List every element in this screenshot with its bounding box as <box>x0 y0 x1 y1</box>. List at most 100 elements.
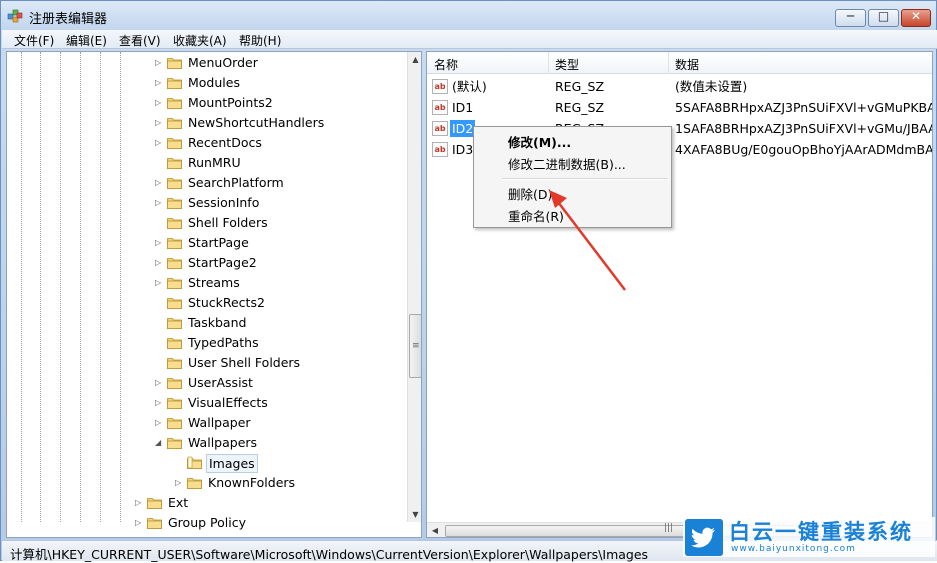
tree-item[interactable]: TypedPaths <box>155 333 395 353</box>
context-menu-modify[interactable]: 修改(M)... <box>508 132 571 151</box>
expand-toggle-icon[interactable] <box>175 459 183 467</box>
column-type-header[interactable]: 类型 <box>555 56 579 73</box>
expand-toggle-icon[interactable]: ▷ <box>155 199 163 207</box>
expand-toggle-icon[interactable]: ▷ <box>175 479 183 487</box>
context-menu-modify-binary[interactable]: 修改二进制数据(B)... <box>508 154 626 173</box>
tree-item-label: SessionInfo <box>188 195 260 210</box>
tree-item-label: Wallpapers <box>188 435 258 450</box>
tree-item-label: Ext <box>168 495 189 510</box>
tree-guide-line <box>120 52 121 522</box>
tree-guide-line <box>60 52 61 522</box>
tree-item[interactable]: Images <box>175 453 415 473</box>
expand-toggle-icon[interactable]: ▷ <box>135 499 143 507</box>
expand-toggle-icon[interactable] <box>155 339 163 347</box>
column-divider[interactable] <box>668 52 669 74</box>
tree-item[interactable]: ◢ Wallpapers <box>155 433 395 453</box>
menu-favorites[interactable]: 收藏夹(A) <box>173 32 227 49</box>
expand-toggle-icon[interactable]: ▷ <box>155 79 163 87</box>
tree-item[interactable]: User Shell Folders <box>155 353 395 373</box>
watermark-url: www.baiyunxitong.com <box>731 544 856 554</box>
tree-item[interactable]: ▷ Wallpaper <box>155 413 395 433</box>
tree-item-label: NewShortcutHandlers <box>188 115 325 130</box>
column-divider[interactable] <box>548 52 549 74</box>
column-name-header[interactable]: 名称 <box>434 56 458 73</box>
folder-icon <box>167 78 182 89</box>
value-name: ID2 <box>450 120 476 137</box>
expand-toggle-icon[interactable]: ▷ <box>155 419 163 427</box>
twitter-bird-logo-icon <box>685 519 723 556</box>
tree-item-label: SearchPlatform <box>188 175 284 190</box>
value-name: ID1 <box>452 100 474 115</box>
tree-item-label: Modules <box>188 75 240 90</box>
expand-toggle-icon[interactable] <box>155 359 163 367</box>
expand-toggle-icon[interactable] <box>155 219 163 227</box>
tree-item[interactable]: ▷ NewShortcutHandlers <box>155 113 395 133</box>
minimize-button[interactable]: ─ <box>835 9 866 27</box>
window-title: 注册表编辑器 <box>29 12 108 27</box>
tree-vertical-scrollbar[interactable]: ▲ ≡ ▼ <box>407 52 421 522</box>
scroll-up-arrow-icon[interactable]: ▲ <box>408 52 421 67</box>
tree-item[interactable]: ▷ RecentDocs <box>155 133 395 153</box>
scroll-down-arrow-icon[interactable]: ▼ <box>408 507 421 522</box>
expand-toggle-icon[interactable] <box>155 319 163 327</box>
expand-toggle-icon[interactable]: ▷ <box>155 99 163 107</box>
tree-item[interactable]: ▷ UserAssist <box>155 373 395 393</box>
expand-toggle-icon[interactable]: ▷ <box>155 179 163 187</box>
minimize-icon: ─ <box>846 9 855 23</box>
tree-guide-line <box>40 52 41 522</box>
tree-item[interactable]: ▷ Group Policy <box>135 513 375 533</box>
tree-item[interactable]: ▷ MenuOrder <box>155 53 395 73</box>
tree-item[interactable]: ▷ SearchPlatform <box>155 173 395 193</box>
title-bar[interactable]: 注册表编辑器 ─ □ ✕ <box>1 1 936 30</box>
tree-item[interactable]: RunMRU <box>155 153 395 173</box>
folder-icon <box>167 178 182 189</box>
column-data-header[interactable]: 数据 <box>675 56 699 73</box>
folder-icon <box>167 58 182 69</box>
registry-editor-window: 注册表编辑器 ─ □ ✕ 文件(F) 编辑(E) 查看(V) 收藏夹(A) 帮助… <box>0 0 937 562</box>
expand-toggle-icon[interactable]: ▷ <box>155 239 163 247</box>
expand-toggle-icon[interactable]: ▷ <box>155 139 163 147</box>
key-tree-pane[interactable]: ▷ MenuOrder ▷ Modules ▷ MountPoints2 ▷ NewShort… <box>6 51 422 538</box>
menu-file[interactable]: 文件(F) <box>14 32 54 49</box>
tree-item[interactable]: Shell Folders <box>155 213 395 233</box>
menu-help[interactable]: 帮助(H) <box>239 32 281 49</box>
tree-item[interactable]: ▷ Streams <box>155 273 395 293</box>
expand-toggle-icon[interactable]: ▷ <box>135 519 143 527</box>
tree-item-label: Wallpaper <box>188 415 251 430</box>
menu-edit[interactable]: 编辑(E) <box>66 32 107 49</box>
tree-item[interactable]: ▷ KnownFolders <box>175 473 415 493</box>
tree-item-label: RunMRU <box>188 155 241 170</box>
expand-toggle-icon[interactable]: ◢ <box>155 439 163 447</box>
tree-item-label: UserAssist <box>188 375 253 390</box>
menu-view[interactable]: 查看(V) <box>119 32 161 49</box>
expand-toggle-icon[interactable]: ▷ <box>155 379 163 387</box>
folder-icon <box>167 158 182 169</box>
scroll-left-arrow-icon[interactable]: ◀ <box>427 523 443 537</box>
tree-item-label: MenuOrder <box>188 55 258 70</box>
folder-icon <box>167 258 182 269</box>
tree-item[interactable]: ▷ VisualEffects <box>155 393 395 413</box>
folder-icon <box>167 118 182 129</box>
close-button[interactable]: ✕ <box>901 9 931 27</box>
expand-toggle-icon[interactable]: ▷ <box>155 119 163 127</box>
tree-item[interactable]: ▷ Modules <box>155 73 395 93</box>
expand-toggle-icon[interactable]: ▷ <box>155 279 163 287</box>
expand-toggle-icon[interactable] <box>155 159 163 167</box>
tree-item[interactable]: StuckRects2 <box>155 293 395 313</box>
folder-icon <box>167 358 182 369</box>
tree-item[interactable]: ▷ MountPoints2 <box>155 93 395 113</box>
tree-item[interactable]: Taskband <box>155 313 395 333</box>
expand-toggle-icon[interactable]: ▷ <box>155 59 163 67</box>
maximize-button[interactable]: □ <box>868 9 899 27</box>
tree-item[interactable]: ▷ StartPage2 <box>155 253 395 273</box>
values-pane[interactable]: 名称 类型 数据 ab (默认) REG_SZ (数值未设置) ab ID1 REG_SZ 5… <box>426 51 933 538</box>
expand-toggle-icon[interactable] <box>155 299 163 307</box>
tree-item[interactable]: ▷ StartPage <box>155 233 395 253</box>
value-row[interactable]: ab ID1 REG_SZ 5SAFA8BRHpxAZJ3PnSUiFXVl+vGMu… <box>427 97 932 118</box>
tree-scroll-thumb[interactable]: ≡ <box>409 314 421 378</box>
tree-item[interactable]: ▷ Ext <box>135 493 375 513</box>
tree-item[interactable]: ▷ SessionInfo <box>155 193 395 213</box>
value-row[interactable]: ab (默认) REG_SZ (数值未设置) <box>427 76 932 97</box>
expand-toggle-icon[interactable]: ▷ <box>155 259 163 267</box>
expand-toggle-icon[interactable]: ▷ <box>155 399 163 407</box>
